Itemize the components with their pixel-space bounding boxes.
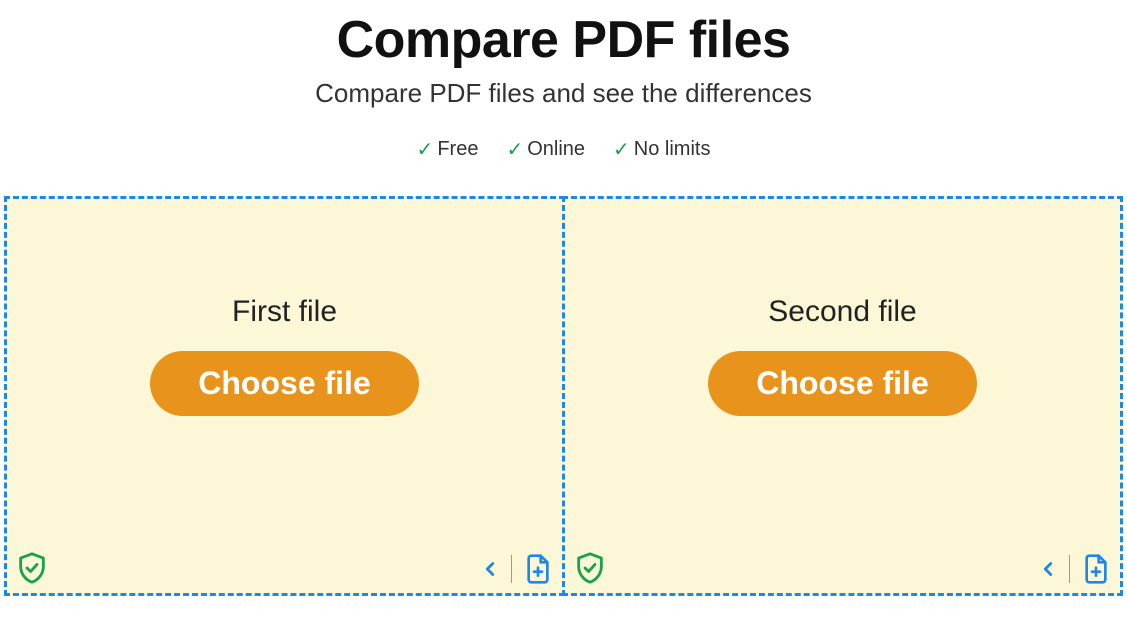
feature-free: ✓ Free xyxy=(417,137,479,162)
dropzone-label: First file xyxy=(232,295,337,329)
choose-file-button[interactable]: Choose file xyxy=(708,351,976,416)
divider xyxy=(511,555,512,583)
page-subtitle: Compare PDF files and see the difference… xyxy=(0,78,1127,109)
dropzone-first-file[interactable]: First file Choose file xyxy=(4,196,565,596)
divider xyxy=(1069,555,1070,583)
add-file-icon[interactable] xyxy=(522,553,554,585)
shield-check-icon[interactable] xyxy=(15,551,49,585)
feature-label: No limits xyxy=(634,138,711,161)
dropzone-second-file[interactable]: Second file Choose file xyxy=(562,196,1123,596)
feature-nolimits: ✓ No limits xyxy=(613,137,710,162)
feature-list: ✓ Free ✓ Online ✓ No limits xyxy=(0,137,1127,162)
page-title: Compare PDF files xyxy=(0,10,1127,70)
add-file-icon[interactable] xyxy=(1080,553,1112,585)
shield-check-icon[interactable] xyxy=(573,551,607,585)
dropzone-label: Second file xyxy=(768,295,916,329)
chevron-left-icon[interactable] xyxy=(479,558,501,580)
choose-file-button[interactable]: Choose file xyxy=(150,351,418,416)
feature-online: ✓ Online xyxy=(506,137,585,162)
check-icon: ✓ xyxy=(613,137,630,162)
check-icon: ✓ xyxy=(506,137,523,162)
check-icon: ✓ xyxy=(417,137,434,162)
feature-label: Online xyxy=(527,138,585,161)
feature-label: Free xyxy=(437,138,478,161)
chevron-left-icon[interactable] xyxy=(1037,558,1059,580)
